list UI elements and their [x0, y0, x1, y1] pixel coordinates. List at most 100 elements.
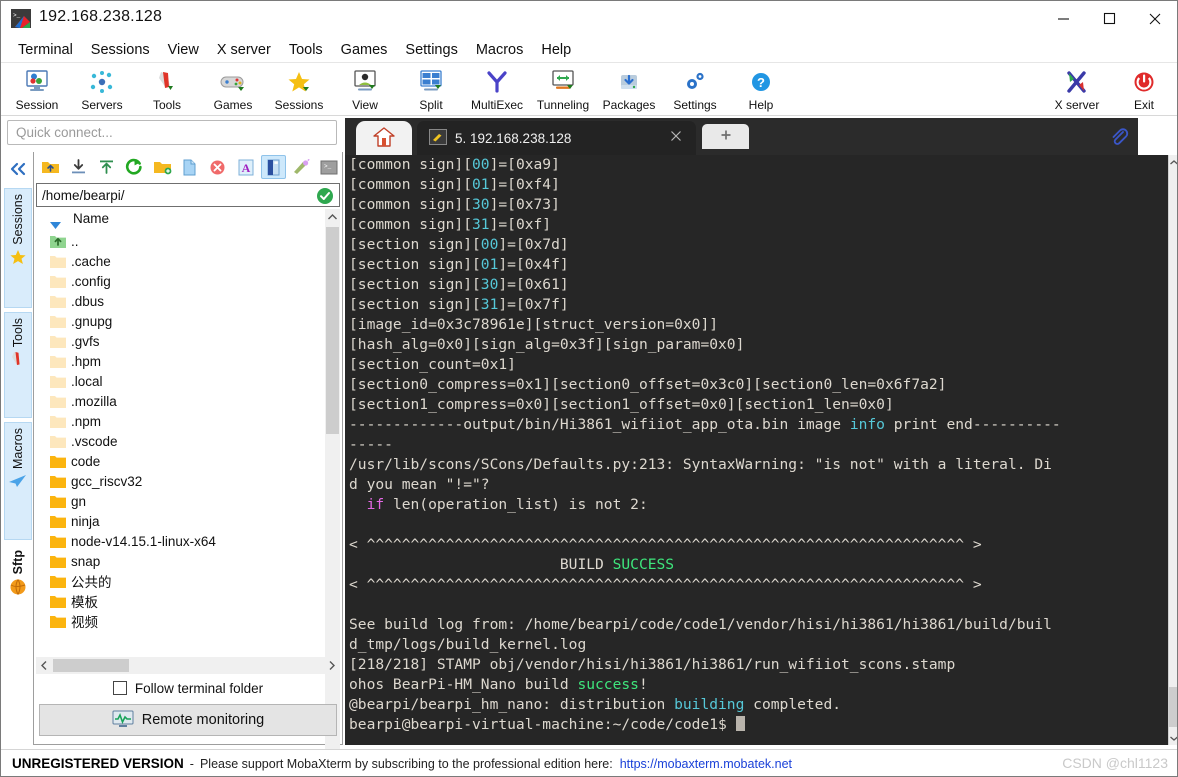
- terminal-line: See build log from: /home/bearpi/code/co…: [349, 616, 1052, 633]
- list-item[interactable]: .gvfs: [36, 331, 326, 351]
- new-file-icon[interactable]: [177, 155, 203, 179]
- binary-mode-icon[interactable]: [260, 155, 287, 179]
- file-name: .hpm: [71, 353, 102, 369]
- paperclip-icon[interactable]: [1108, 126, 1130, 148]
- toolbar-button-servers[interactable]: Servers: [68, 67, 136, 112]
- list-item[interactable]: .cache: [36, 251, 326, 271]
- scroll-up-icon[interactable]: [325, 209, 340, 225]
- menu-view[interactable]: View: [159, 40, 208, 60]
- follow-terminal-folder-checkbox[interactable]: [112, 681, 127, 695]
- toolbar-button-games[interactable]: Games: [199, 67, 267, 112]
- menu-tools[interactable]: Tools: [280, 40, 332, 60]
- toolbar-label-settings: Settings: [673, 98, 717, 112]
- folder-icon: [50, 274, 66, 288]
- toolbar-button-tools[interactable]: Tools: [133, 67, 201, 112]
- sort-caret-icon[interactable]: [50, 217, 61, 232]
- list-item[interactable]: .dbus: [36, 291, 326, 311]
- sidebar-item-sftp[interactable]: Sftp: [4, 544, 32, 636]
- left-rail: Sessions Tools Macros Sftp: [0, 152, 33, 680]
- list-item[interactable]: 公共的: [36, 571, 326, 591]
- scroll-down-icon[interactable]: [1169, 731, 1178, 745]
- file-list-horizontal-scrollbar[interactable]: [36, 657, 340, 674]
- list-item[interactable]: .npm: [36, 411, 326, 431]
- toolbar-button-sessions[interactable]: Sessions: [265, 67, 333, 112]
- refresh-icon[interactable]: [121, 155, 147, 179]
- upload-icon[interactable]: [94, 155, 120, 179]
- follow-terminal-folder-row[interactable]: Follow terminal folder: [36, 676, 340, 700]
- new-folder-icon[interactable]: [149, 155, 175, 179]
- scrollbar-thumb[interactable]: [326, 227, 339, 434]
- toolbar-button-packages[interactable]: Packages: [595, 67, 663, 112]
- list-item[interactable]: code: [36, 451, 326, 471]
- toolbar-button-split[interactable]: Split: [397, 67, 465, 112]
- minimize-button[interactable]: [1040, 0, 1086, 37]
- column-header-name[interactable]: Name: [73, 211, 109, 226]
- list-item[interactable]: 模板: [36, 591, 326, 611]
- toolbar-button-xserver[interactable]: X server: [1043, 67, 1111, 112]
- toolbar-button-exit[interactable]: Exit: [1110, 67, 1178, 112]
- list-item[interactable]: .mozilla: [36, 391, 326, 411]
- delete-icon[interactable]: [205, 155, 231, 179]
- list-item[interactable]: .config: [36, 271, 326, 291]
- list-item[interactable]: .gnupg: [36, 311, 326, 331]
- scroll-right-icon[interactable]: [324, 657, 340, 674]
- xserver-icon: [1043, 67, 1111, 97]
- close-button[interactable]: [1132, 0, 1178, 37]
- toolbar-button-settings[interactable]: Settings: [661, 67, 729, 112]
- tab-home[interactable]: [356, 121, 412, 155]
- list-item[interactable]: .local: [36, 371, 326, 391]
- list-item[interactable]: gn: [36, 491, 326, 511]
- menu-x-server[interactable]: X server: [208, 40, 280, 60]
- toolbar-button-tunneling[interactable]: Tunneling: [529, 67, 597, 112]
- text-mode-icon[interactable]: A: [233, 155, 259, 179]
- toolbar-button-view[interactable]: View: [331, 67, 399, 112]
- list-item[interactable]: node-v14.15.1-linux-x64: [36, 531, 326, 551]
- sftp-path-input[interactable]: /home/bearpi/: [36, 183, 340, 207]
- collapse-sidebar-button[interactable]: [5, 155, 31, 185]
- terminal-line: -----: [349, 436, 393, 453]
- toolbar-label-help: Help: [748, 98, 774, 112]
- list-item[interactable]: .vscode: [36, 431, 326, 451]
- tab-session[interactable]: 5. 192.168.238.128: [417, 121, 696, 155]
- menu-macros[interactable]: Macros: [467, 40, 533, 60]
- permissions-icon[interactable]: [288, 155, 314, 179]
- terminal-scrollbar[interactable]: [1168, 155, 1178, 745]
- folder-icon: [50, 574, 66, 588]
- mobaxterm-link[interactable]: https://mobaxterm.mobatek.net: [620, 757, 792, 771]
- sidebar-item-tools[interactable]: Tools: [4, 312, 32, 418]
- tab-close-icon[interactable]: [670, 130, 682, 145]
- list-item[interactable]: .hpm: [36, 351, 326, 371]
- remote-monitoring-button[interactable]: Remote monitoring: [39, 704, 337, 736]
- menu-settings[interactable]: Settings: [396, 40, 466, 60]
- list-item[interactable]: ..: [36, 231, 326, 251]
- quick-connect-input[interactable]: Quick connect...: [7, 120, 337, 145]
- scrollbar-thumb[interactable]: [53, 659, 129, 672]
- toolbar-button-help[interactable]: ? Help: [727, 67, 795, 112]
- file-name: 公共的: [71, 575, 112, 590]
- list-item[interactable]: gcc_riscv32: [36, 471, 326, 491]
- terminal-icon[interactable]: >_: [316, 155, 342, 179]
- menu-games[interactable]: Games: [332, 40, 397, 60]
- toolbar-label-games: Games: [213, 98, 253, 112]
- menu-help[interactable]: Help: [532, 40, 580, 60]
- toolbar-button-multiexec[interactable]: MultiExec: [463, 67, 531, 112]
- status-dash: -: [189, 756, 194, 771]
- home-icon: [373, 126, 395, 150]
- toolbar-label-exit: Exit: [1133, 98, 1154, 112]
- toolbar-button-session[interactable]: Session: [3, 67, 71, 112]
- sidebar-item-sessions[interactable]: Sessions: [4, 188, 32, 308]
- download-icon[interactable]: [66, 155, 92, 179]
- menu-terminal[interactable]: Terminal: [9, 40, 82, 60]
- maximize-button[interactable]: [1086, 0, 1132, 37]
- list-item[interactable]: snap: [36, 551, 326, 571]
- list-item[interactable]: 视频: [36, 611, 326, 631]
- scroll-up-icon[interactable]: [1169, 155, 1178, 169]
- terminal-output[interactable]: [common sign][00]=[0xa9] [common sign][01…: [345, 155, 1168, 745]
- menu-sessions[interactable]: Sessions: [82, 40, 159, 60]
- scroll-left-icon[interactable]: [36, 657, 52, 674]
- list-item[interactable]: ninja: [36, 511, 326, 531]
- scrollbar-thumb[interactable]: [1169, 687, 1178, 727]
- go-parent-folder-icon[interactable]: [38, 155, 64, 179]
- sidebar-item-macros[interactable]: Macros: [4, 422, 32, 540]
- new-tab-button[interactable]: [702, 124, 749, 149]
